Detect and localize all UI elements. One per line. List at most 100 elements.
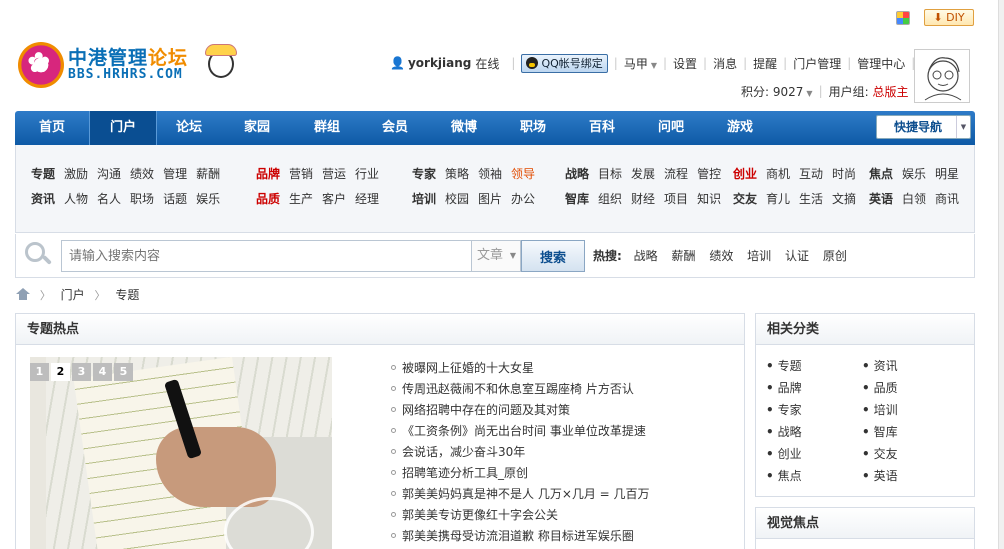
subnav-link[interactable]: 品质 [256,192,280,206]
slider-image[interactable] [46,357,332,549]
list-item[interactable]: 招聘笔迹分析工具_原创 [391,463,731,484]
nav-weibo[interactable]: 微博 [435,111,493,145]
subnav-link[interactable]: 培训 [412,192,436,206]
category-link[interactable]: • 交友 [862,443,898,465]
settings-link[interactable]: 设置 [673,55,697,72]
subnav-link[interactable]: 互动 [799,167,823,181]
subnav-link[interactable]: 商机 [766,167,790,181]
subnav-link[interactable]: 客户 [322,192,346,206]
subnav-link[interactable]: 明星 [935,167,959,181]
nav-ask[interactable]: 问吧 [642,111,700,145]
hot-search-link[interactable]: 认证 [785,249,809,263]
nav-portal[interactable]: 门户 [89,111,157,145]
image-slider[interactable]: 1 2 3 4 5 [30,357,332,549]
subnav-link[interactable]: 领导 [511,167,535,181]
subnav-link[interactable]: 领袖 [478,167,502,181]
category-link[interactable]: • 品质 [862,377,898,399]
category-link[interactable]: • 智库 [862,421,898,443]
subnav-link[interactable]: 绩效 [130,167,154,181]
subnav-link[interactable]: 知识 [697,192,721,206]
subnav-link[interactable]: 商讯 [935,192,959,206]
usergroup-value[interactable]: 总版主 [872,83,908,100]
subnav-link[interactable]: 营运 [322,167,346,181]
avatar[interactable] [914,49,970,103]
list-item[interactable]: 《工资条例》尚无出台时间 事业单位改革提速 [391,421,731,442]
subnav-link[interactable]: 焦点 [869,167,893,181]
search-button[interactable]: 搜索 [521,240,585,272]
list-item[interactable]: 网络招聘中存在的问题及其对策 [391,400,731,421]
slider-page-4[interactable]: 4 [93,363,112,381]
hot-search-link[interactable]: 战略 [634,249,658,263]
search-input[interactable] [61,240,471,272]
category-link[interactable]: • 专题 [766,355,802,377]
subnav-link[interactable]: 育儿 [766,192,790,206]
hot-search-link[interactable]: 原创 [823,249,847,263]
username-link[interactable]: yorkjiang [408,56,471,70]
category-link[interactable]: • 战略 [766,421,802,443]
list-item[interactable]: 会说话，减少奋斗30年 [391,442,731,463]
slider-page-5[interactable]: 5 [114,363,133,381]
subnav-link[interactable]: 战略 [565,167,589,181]
subnav-link[interactable]: 交友 [733,192,757,206]
subnav-link[interactable]: 专家 [412,167,436,181]
admin-center-link[interactable]: 管理中心 [857,55,905,72]
subnav-link[interactable]: 发展 [631,167,655,181]
portal-admin-link[interactable]: 门户管理 [793,55,841,72]
subnav-link[interactable]: 激励 [64,167,88,181]
messages-link[interactable]: 消息 [713,55,737,72]
list-item[interactable]: 郭美美专访更像红十字会公关 [391,505,731,526]
subnav-link[interactable]: 娱乐 [902,167,926,181]
nav-games[interactable]: 游戏 [711,111,769,145]
nav-forum[interactable]: 论坛 [160,111,218,145]
subnav-link[interactable]: 流程 [664,167,688,181]
subnav-link[interactable]: 项目 [664,192,688,206]
subnav-link[interactable]: 图片 [478,192,502,206]
subnav-link[interactable]: 智库 [565,192,589,206]
subnav-link[interactable]: 校园 [445,192,469,206]
alias-menu[interactable]: 马甲 ▼ [624,55,657,72]
list-item[interactable]: 传周迅赵薇闹不和休息室互踢座椅 片方否认 [391,379,731,400]
category-link[interactable]: • 资讯 [862,355,898,377]
subnav-link[interactable]: 人物 [64,192,88,206]
subnav-link[interactable]: 白领 [902,192,926,206]
subnav-link[interactable]: 品牌 [256,167,280,181]
category-link[interactable]: • 品牌 [766,377,802,399]
search-type-select[interactable]: 文章 ▼ [471,240,521,272]
nav-groups[interactable]: 群组 [298,111,356,145]
subnav-link[interactable]: 生活 [799,192,823,206]
nav-home-space[interactable]: 家园 [228,111,286,145]
hot-search-link[interactable]: 薪酬 [671,249,695,263]
subnav-link[interactable]: 名人 [97,192,121,206]
nav-members[interactable]: 会员 [366,111,424,145]
slider-page-1[interactable]: 1 [30,363,49,381]
breadcrumb-portal[interactable]: 门户 [61,288,85,302]
subnav-link[interactable]: 沟通 [97,167,121,181]
subnav-link[interactable]: 专题 [31,167,55,181]
subnav-link[interactable]: 英语 [869,192,893,206]
subnav-link[interactable]: 生产 [289,192,313,206]
subnav-link[interactable]: 资讯 [31,192,55,206]
category-link[interactable]: • 焦点 [766,465,802,487]
palette-icon[interactable] [896,11,910,25]
category-link[interactable]: • 创业 [766,443,802,465]
subnav-link[interactable]: 薪酬 [196,167,220,181]
quick-nav-button[interactable]: 快捷导航 ▼ [876,115,971,139]
subnav-link[interactable]: 时尚 [832,167,856,181]
slider-page-3[interactable]: 3 [72,363,91,381]
diy-button[interactable]: ⬇ DIY [924,9,974,26]
subnav-link[interactable]: 策略 [445,167,469,181]
subnav-link[interactable]: 目标 [598,167,622,181]
slider-page-2[interactable]: 2 [51,363,70,381]
nav-home[interactable]: 首页 [23,111,81,145]
category-link[interactable]: • 专家 [766,399,802,421]
breadcrumb-topic[interactable]: 专题 [115,288,139,302]
subnav-link[interactable]: 经理 [355,192,379,206]
subnav-link[interactable]: 职场 [130,192,154,206]
home-icon[interactable] [16,288,30,300]
subnav-link[interactable]: 组织 [598,192,622,206]
subnav-link[interactable]: 创业 [733,167,757,181]
subnav-link[interactable]: 娱乐 [196,192,220,206]
hot-search-link[interactable]: 培训 [747,249,771,263]
subnav-link[interactable]: 营销 [289,167,313,181]
subnav-link[interactable]: 行业 [355,167,379,181]
